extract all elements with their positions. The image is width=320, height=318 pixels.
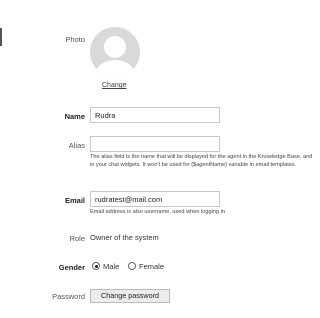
role-label: Role [69,234,85,243]
alias-label: Alias [68,141,85,150]
password-label: Password [52,292,85,301]
left-border-marker [0,28,2,46]
gender-male-label[interactable]: Male [103,262,119,271]
email-input[interactable]: rudratest@mail.com [90,191,220,207]
name-label: Name [64,112,85,121]
change-password-button[interactable]: Change password [90,289,170,303]
gender-female-label[interactable]: Female [139,262,164,271]
alias-help-text: The alias field is the name that will be… [90,154,313,168]
photo-label: Photo [65,35,85,44]
change-photo-link[interactable]: Change [102,82,127,89]
gender-label: Gender [58,263,85,272]
avatar-placeholder-icon [90,27,140,77]
alias-input[interactable] [90,136,220,152]
email-label: Email [64,196,85,205]
email-help-text: Email address is also username, used whe… [90,209,225,215]
gender-male-radio[interactable] [92,262,100,270]
role-value: Owner of the system [90,233,159,242]
gender-female-radio[interactable] [128,262,136,270]
name-input[interactable]: Rudra [90,107,220,123]
